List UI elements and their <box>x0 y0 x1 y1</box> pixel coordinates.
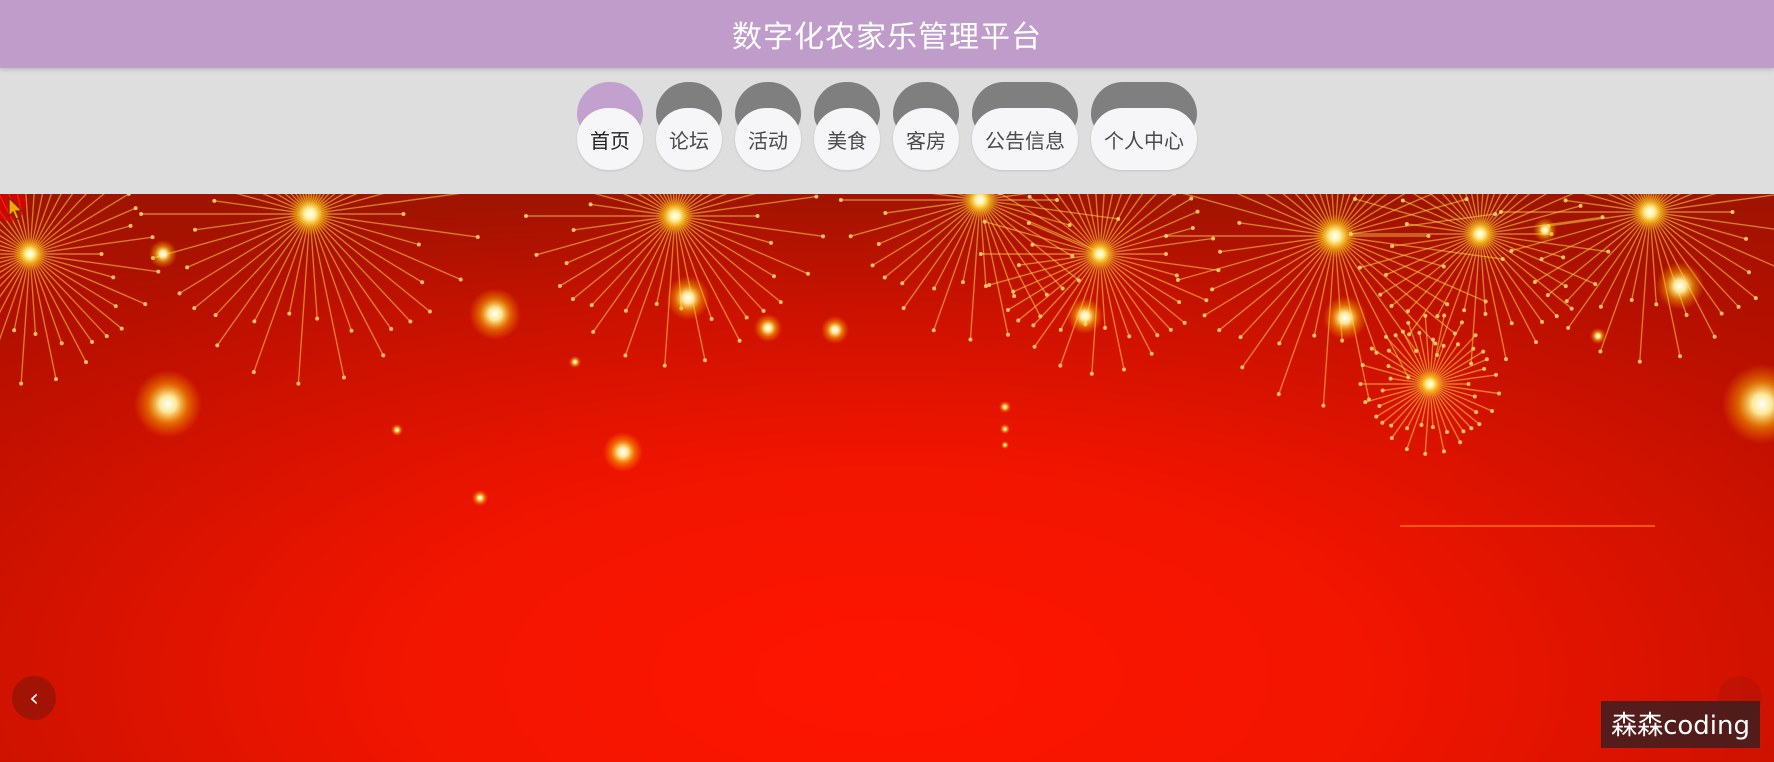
nav-pill[interactable]: 公告信息 <box>972 108 1078 170</box>
nav-item-rooms[interactable]: 客房 <box>893 82 959 170</box>
nav-label-food: 美食 <box>827 128 867 153</box>
nav-pill[interactable]: 论坛 <box>656 108 722 170</box>
nav-pill[interactable]: 活动 <box>735 108 801 170</box>
nav-label-announcements: 公告信息 <box>985 128 1065 153</box>
sparkle <box>391 424 403 436</box>
nav-pill[interactable]: 个人中心 <box>1091 108 1197 170</box>
nav-item-forum[interactable]: 论坛 <box>656 82 722 170</box>
nav-pill[interactable]: 美食 <box>814 108 880 170</box>
nav-item-home[interactable]: 首页 <box>577 82 643 170</box>
sparkle <box>666 276 710 320</box>
sparkle <box>569 356 581 368</box>
sparkle <box>1656 262 1704 310</box>
nav-item-personal-center[interactable]: 个人中心 <box>1091 82 1197 170</box>
nav-pill[interactable]: 首页 <box>577 108 643 170</box>
mouse-cursor-icon <box>0 194 26 221</box>
nav-strip: 首页 论坛 活动 美食 客房 公告信息 个人中心 <box>0 68 1774 194</box>
sparkle <box>821 316 849 344</box>
watermark-label: 森森coding <box>1601 701 1760 748</box>
sparkle <box>1000 424 1010 434</box>
sparkle <box>134 370 202 438</box>
nav-label-forum: 论坛 <box>669 128 709 153</box>
sparkle <box>149 240 177 268</box>
nav-label-rooms: 客房 <box>906 128 946 153</box>
nav-label-home: 首页 <box>590 128 630 153</box>
nav-item-activities[interactable]: 活动 <box>735 82 801 170</box>
carousel-prev-button[interactable]: ‹ <box>12 676 56 720</box>
sparkle <box>1067 298 1103 334</box>
sparkle <box>469 288 521 340</box>
sparkle <box>472 490 488 506</box>
sparkle <box>999 401 1011 413</box>
sparkle <box>1590 328 1606 344</box>
main-nav: 首页 论坛 活动 美食 客房 公告信息 个人中心 <box>0 82 1774 170</box>
sparkle <box>1533 218 1557 242</box>
site-title: 数字化农家乐管理平台 <box>732 20 1042 55</box>
sparkle <box>754 314 782 342</box>
sparkle <box>1323 296 1367 340</box>
sparkle <box>603 432 643 472</box>
nav-pill[interactable]: 客房 <box>893 108 959 170</box>
chevron-left-icon: ‹ <box>29 684 39 712</box>
nav-item-announcements[interactable]: 公告信息 <box>972 82 1078 170</box>
banner-carousel[interactable]: ‹ <box>0 194 1774 762</box>
app-window: 数字化农家乐管理平台 首页 论坛 活动 美食 客房 公告信息 个人中心 ‹ 森森… <box>0 0 1774 762</box>
sparkle <box>1001 441 1009 449</box>
nav-label-personal-center: 个人中心 <box>1104 128 1184 153</box>
nav-label-activities: 活动 <box>748 128 788 153</box>
nav-item-food[interactable]: 美食 <box>814 82 880 170</box>
title-bar: 数字化农家乐管理平台 <box>0 0 1774 68</box>
fireworks-image <box>0 194 1774 527</box>
